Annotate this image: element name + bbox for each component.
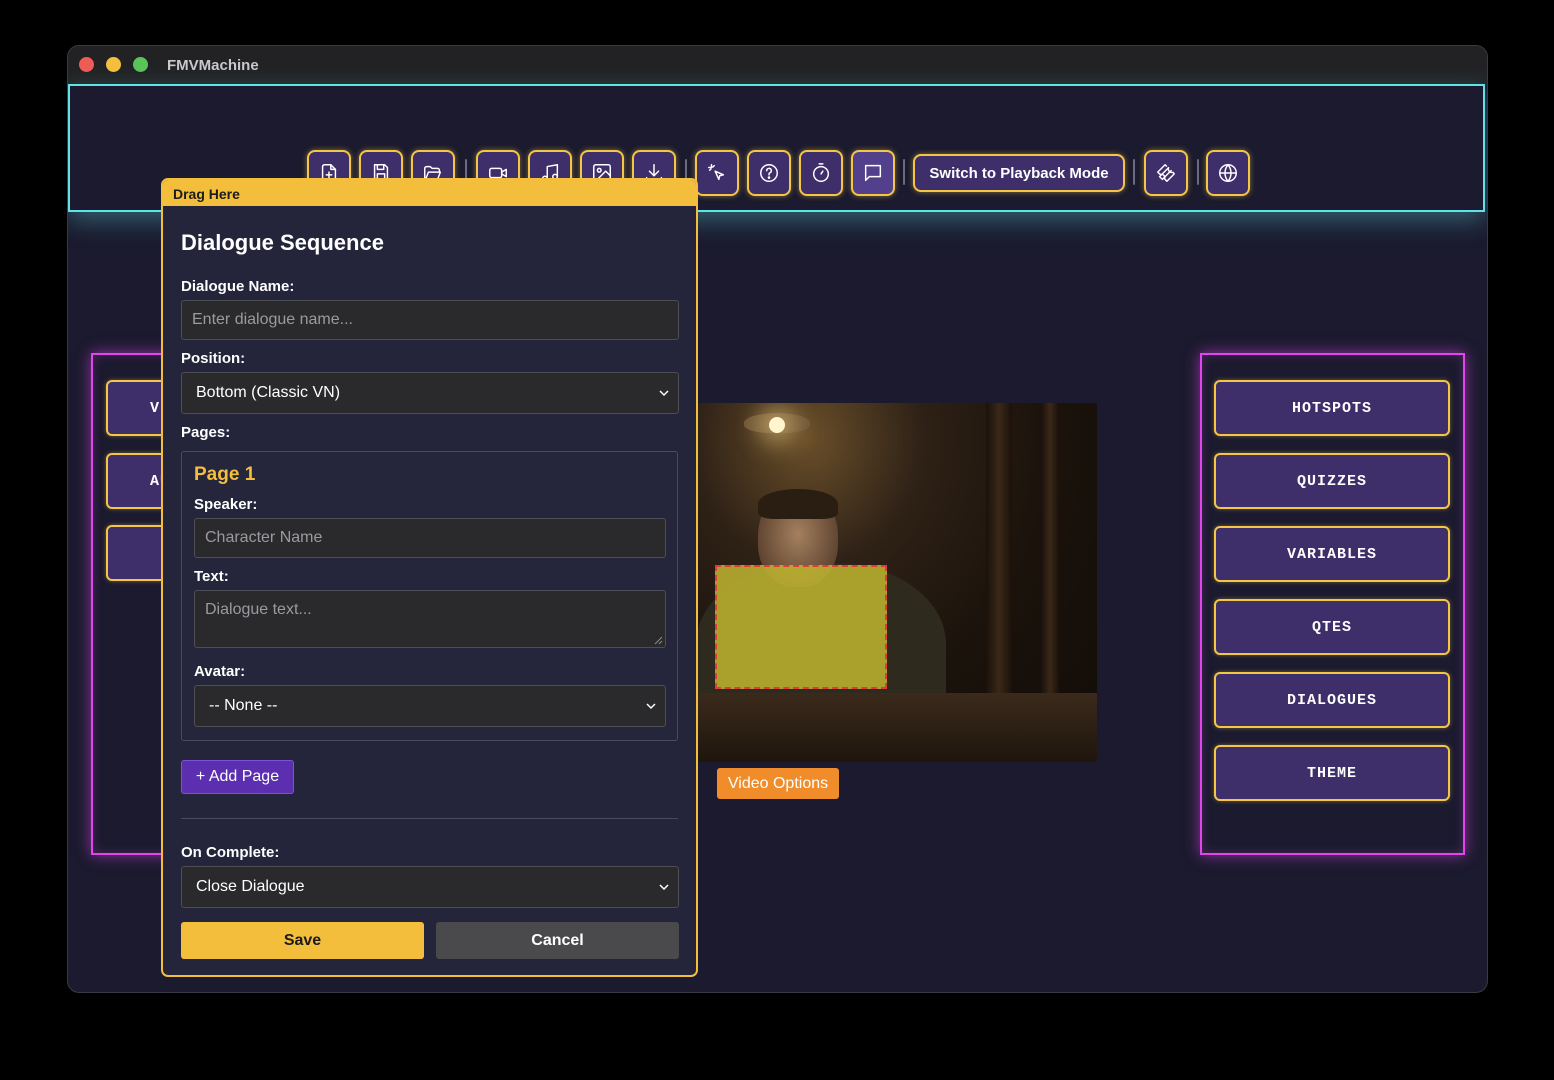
drag-handle[interactable]: Drag Here [163,180,696,206]
save-button[interactable]: Save [181,922,424,959]
hotspot-region[interactable] [715,565,887,689]
magic-pointer-icon [708,164,725,181]
position-select-value: Bottom (Classic VN) [196,384,341,401]
avatar-select[interactable]: -- None -- [194,685,666,727]
video-preview[interactable] [696,403,1097,762]
chevron-down-icon [659,390,669,397]
chevron-down-icon [646,703,656,710]
chevron-down-icon [659,884,669,891]
title-bar: FMVMachine [68,46,1487,84]
speaker-label: Speaker: [194,496,258,513]
dialogue-name-input[interactable]: Enter dialogue name... [181,300,679,340]
help-icon [760,164,778,182]
avatar-select-value: -- None -- [209,697,278,714]
resize-handle-icon[interactable] [654,636,663,645]
on-complete-label: On Complete: [181,844,280,861]
position-select[interactable]: Bottom (Classic VN) [181,372,679,414]
video-table [696,693,1097,762]
video-figure-hair [758,489,838,519]
maximize-window-button[interactable] [133,57,148,72]
toolbar-separator [1133,159,1135,185]
dialogue-text-input[interactable]: Dialogue text... [194,590,666,648]
divider [181,818,678,819]
avatar-label: Avatar: [194,663,246,680]
hotspot-tool-button[interactable] [695,150,739,196]
video-options-button[interactable]: Video Options [717,768,839,799]
toolbar-separator [1197,159,1199,185]
wrench-icon [1157,164,1175,182]
switch-playback-button[interactable]: Switch to Playback Mode [913,154,1125,192]
variables-button[interactable]: VARIABLES [1214,526,1450,582]
dialog-title: Dialogue Sequence [181,230,384,255]
settings-button[interactable] [1144,150,1188,196]
on-complete-select-value: Close Dialogue [196,878,305,895]
close-window-button[interactable] [79,57,94,72]
quizzes-button[interactable]: QUIZZES [1214,453,1450,509]
speaker-input[interactable]: Character Name [194,518,666,558]
qtes-button[interactable]: QTES [1214,599,1450,655]
app-title: FMVMachine [167,57,259,74]
globe-icon [1219,164,1237,182]
minimize-window-button[interactable] [106,57,121,72]
position-label: Position: [181,350,246,367]
timer-icon [812,163,830,182]
on-complete-select[interactable]: Close Dialogue [181,866,679,908]
dialogue-text-placeholder: Dialogue text... [205,601,312,618]
dialogues-button[interactable]: DIALOGUES [1214,672,1450,728]
qte-tool-button[interactable] [799,150,843,196]
chat-icon [864,164,882,182]
add-page-button[interactable]: + Add Page [181,760,294,794]
theme-button[interactable]: THEME [1214,745,1450,801]
dialogue-name-label: Dialogue Name: [181,278,295,295]
dialogue-tool-button[interactable] [851,150,895,196]
page-card: Page 1 Speaker: Character Name Text: Dia… [181,451,678,741]
quiz-tool-button[interactable] [747,150,791,196]
cancel-button[interactable]: Cancel [436,922,679,959]
pages-label: Pages: [181,424,231,441]
language-button[interactable] [1206,150,1250,196]
toolbar-separator [903,159,905,185]
right-panel: HOTSPOTS QUIZZES VARIABLES QTES DIALOGUE… [1200,353,1465,855]
lamp-bulb [769,417,785,433]
page-title: Page 1 [194,464,256,485]
dialogue-sequence-dialog: Drag Here Dialogue Sequence Dialogue Nam… [161,178,698,977]
hotspots-button[interactable]: HOTSPOTS [1214,380,1450,436]
text-label: Text: [194,568,229,585]
